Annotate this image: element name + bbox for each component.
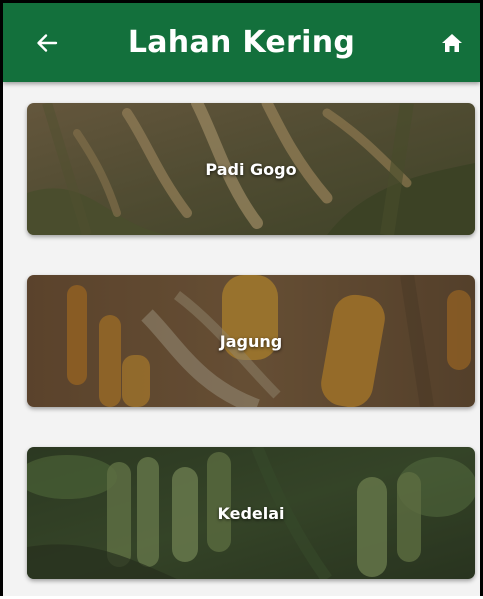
crop-label: Padi Gogo — [205, 159, 297, 179]
app-bar: Lahan Kering — [3, 3, 480, 82]
crop-label: Kedelai — [217, 503, 285, 523]
app-screen: Lahan Kering Padi Gogo Jagung Kedelai — [0, 0, 483, 596]
page-title: Lahan Kering — [127, 25, 356, 60]
home-button[interactable] — [434, 25, 470, 61]
crop-card-kedelai[interactable]: Kedelai — [27, 447, 475, 579]
crop-label: Jagung — [219, 331, 283, 351]
crop-card-padi-gogo[interactable]: Padi Gogo — [27, 103, 475, 235]
crop-card-jagung[interactable]: Jagung — [27, 275, 475, 407]
home-icon — [442, 34, 462, 52]
